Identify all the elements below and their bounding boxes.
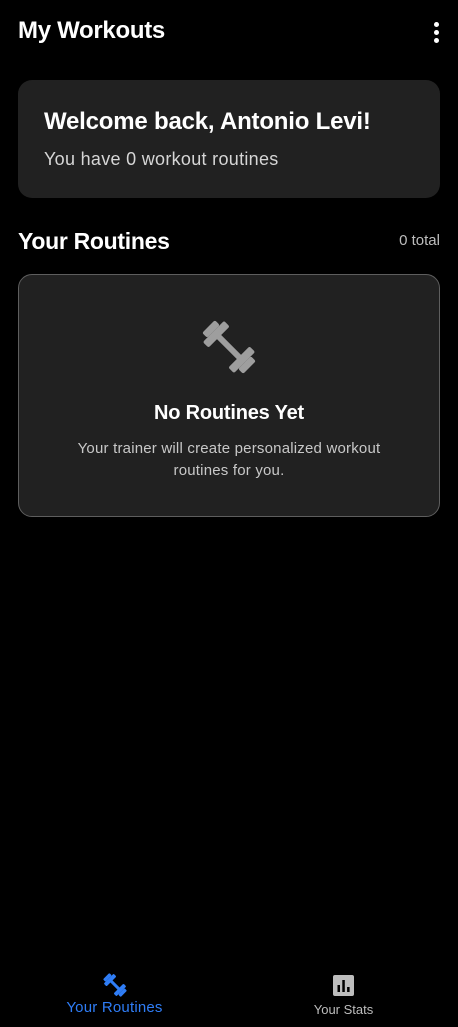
dumbbell-icon [202, 320, 256, 374]
empty-routines-card: No Routines Yet Your trainer will create… [18, 274, 440, 517]
welcome-subtitle: You have 0 workout routines [44, 149, 279, 169]
welcome-card: Welcome back, Antonio Levi! You have 0 w… [18, 80, 440, 198]
nav-label-your-stats: Your Stats [313, 1002, 374, 1017]
routines-count: 0 total [399, 232, 440, 249]
nav-item-your-routines[interactable]: Your Routines [0, 963, 229, 1027]
app-bar: My Workouts [0, 0, 458, 62]
empty-state-description: Your trainer will create personalized wo… [77, 440, 381, 479]
welcome-title: Welcome back, Antonio Levi! [44, 108, 371, 135]
page-title: My Workouts [18, 17, 165, 44]
nav-item-your-stats[interactable]: Your Stats [229, 963, 458, 1027]
bottom-navigation: Your Routines Your Stats [0, 963, 458, 1027]
routines-heading: Your Routines [18, 228, 170, 254]
empty-state-title: No Routines Yet [154, 402, 304, 424]
bar-chart-icon [333, 975, 354, 996]
nav-label-your-routines: Your Routines [66, 999, 163, 1016]
dumbbell-icon [103, 973, 127, 997]
more-vert-icon [433, 21, 439, 27]
more-options-button[interactable] [425, 18, 447, 46]
